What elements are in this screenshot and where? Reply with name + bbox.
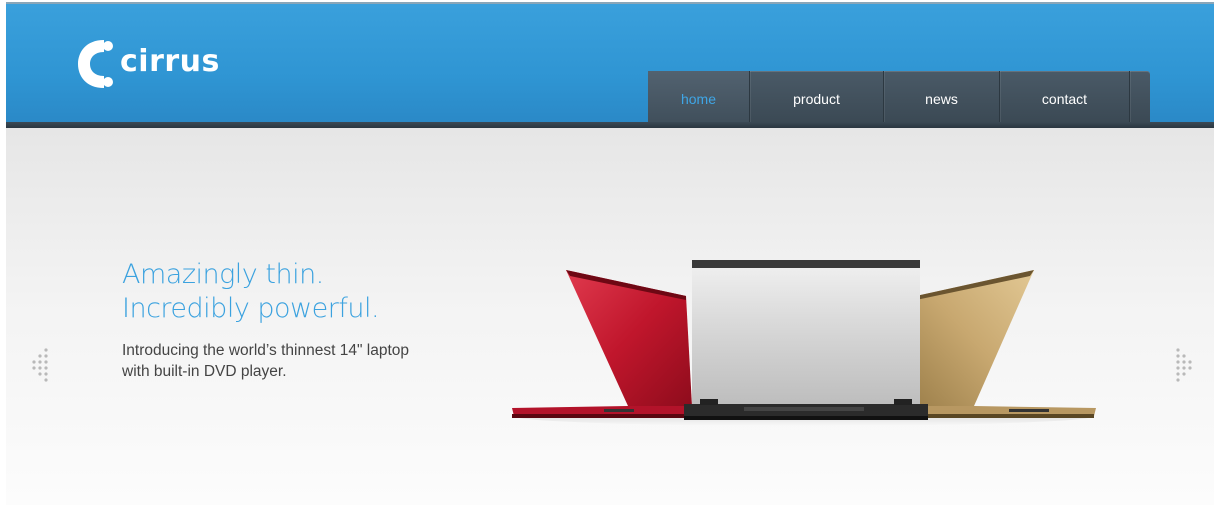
brand-logo[interactable]: cirrus [74,34,220,94]
hero-description-line-2: with built-in DVD player. [122,363,287,380]
hero-headline: Amazingly thin. Incredibly powerful. [122,258,380,326]
nav-item-home[interactable]: home [648,71,750,126]
nav-end-cap [1130,71,1150,126]
main-nav: home product news contact [648,71,1150,126]
slider-next-arrow-icon[interactable] [1172,346,1194,386]
slider-prev-arrow-icon[interactable] [30,346,52,386]
brand-name: cirrus [120,43,220,79]
page: cirrus home product news contact Amazing… [6,2,1214,505]
nav-item-contact[interactable]: contact [1000,71,1130,126]
laptop-trio-image [512,260,1096,426]
hero-description: Introducing the world’s thinnest 14" lap… [122,340,409,382]
site-header: cirrus home product news contact [6,2,1214,126]
nav-item-news[interactable]: news [884,71,1000,126]
hero-description-line-1: Introducing the world’s thinnest 14" lap… [122,342,409,359]
hero-slider: Amazingly thin. Incredibly powerful. Int… [6,128,1214,505]
cirrus-logo-icon [78,40,113,88]
hero-headline-line-1: Amazingly thin. [122,259,324,290]
hero-headline-line-2: Incredibly powerful. [122,293,380,324]
nav-item-product[interactable]: product [750,71,884,126]
